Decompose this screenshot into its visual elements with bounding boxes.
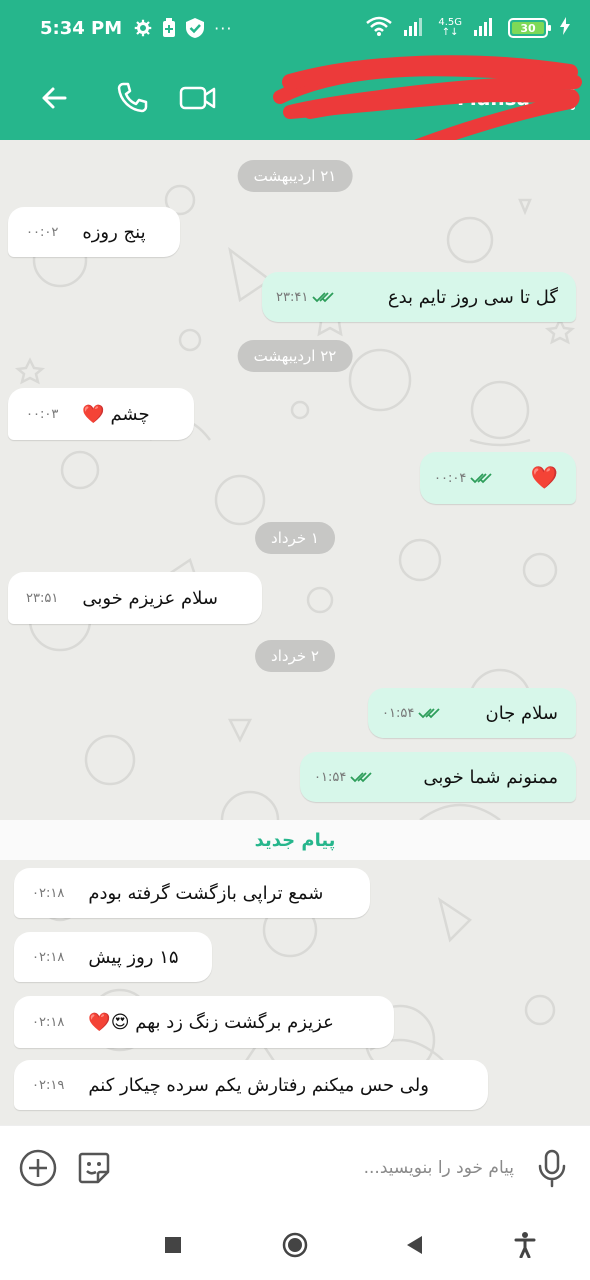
wifi-icon <box>366 16 393 41</box>
system-navigation-bar <box>0 1210 590 1280</box>
message-text: ۱۵ روز پیش <box>88 946 179 968</box>
signal-bars-2-icon <box>474 16 496 41</box>
date-separator: ۲ خرداد <box>255 640 335 672</box>
date-separator: ۱ خرداد <box>255 522 335 554</box>
message-time: ۲۳:۵۱ <box>26 590 59 606</box>
message-text: پنج روزه <box>82 221 146 243</box>
video-call-button[interactable] <box>168 68 228 128</box>
phone-icon <box>117 82 148 113</box>
message-time: ۰۱:۵۴ <box>314 769 347 785</box>
double-check-icon <box>312 292 334 303</box>
back-nav-button[interactable] <box>400 1230 430 1260</box>
message-meta: ۰۱:۵۴ <box>382 706 440 721</box>
message-text: ممنونم شما خوبی <box>423 766 558 788</box>
network-type: 4.5G ↑↓ <box>438 17 462 38</box>
plus-circle-icon <box>19 1149 57 1187</box>
date-separator: ۲۱ اردیبهشت <box>237 160 353 192</box>
network-type-label: 4.5G <box>438 17 462 28</box>
status-time: 5:34 PM <box>40 17 123 39</box>
accessibility-icon <box>514 1232 536 1258</box>
back-button[interactable] <box>24 68 84 128</box>
signal-bars-icon <box>404 16 426 41</box>
video-camera-icon <box>179 86 216 110</box>
message-time: ۰۰:۰۳ <box>26 406 59 422</box>
double-check-icon <box>470 473 492 484</box>
double-check-icon <box>350 772 372 783</box>
double-check-icon <box>418 708 440 719</box>
message-outgoing[interactable]: ۰۱:۵۴ سلام جان <box>368 688 576 738</box>
message-incoming[interactable]: ۰۲:۱۸ شمع تراپی بازگشت گرفته بودم <box>14 868 370 918</box>
recents-button[interactable] <box>158 1230 188 1260</box>
circle-home-icon <box>282 1232 308 1258</box>
message-time: ۰۲:۱۹ <box>32 1077 65 1093</box>
message-time: ۲۳:۴۱ <box>276 289 309 305</box>
status-bar: 5:34 PM ··· 4.5G ↑↓ 30 <box>0 0 590 56</box>
more-notifications: ··· <box>214 18 233 38</box>
message-incoming[interactable]: ۰۰:۰۳ چشم ❤️ <box>8 388 194 440</box>
message-text: سلام جان <box>485 702 558 724</box>
sticker-button[interactable] <box>70 1144 118 1192</box>
message-meta: ۲۳:۴۱ <box>276 290 334 305</box>
message-text: شمع تراپی بازگشت گرفته بودم <box>88 882 324 904</box>
sticker-icon <box>78 1152 110 1184</box>
shield-check-icon <box>186 18 205 38</box>
contact-info[interactable]: Mahsa <box>280 74 530 122</box>
message-composer <box>0 1125 590 1210</box>
message-text: ❤️ <box>530 465 558 491</box>
message-outgoing[interactable]: ۰۰:۰۴ ❤️ <box>420 452 576 504</box>
charging-bolt-icon <box>560 16 570 40</box>
contact-name: Mahsa <box>456 86 530 110</box>
message-time: ۰۰:۰۴ <box>434 470 467 486</box>
message-meta: ۰۱:۵۴ <box>314 770 372 785</box>
message-incoming[interactable]: ۲۳:۵۱ سلام عزیزم خوبی <box>8 572 262 624</box>
message-time: ۰۲:۱۸ <box>32 949 65 965</box>
message-outgoing[interactable]: ۲۳:۴۱ گل تا سی روز تایم بدع <box>262 272 576 322</box>
message-outgoing[interactable]: ۰۱:۵۴ ممنونم شما خوبی <box>300 752 576 802</box>
message-time: ۰۰:۰۲ <box>26 224 59 240</box>
message-meta: ۰۰:۰۴ <box>434 471 492 486</box>
chat-header: 5:34 PM ··· 4.5G ↑↓ 30 Mahsa <box>0 0 590 164</box>
date-separator: ۲۲ اردیبهشت <box>237 340 353 372</box>
accessibility-button[interactable] <box>510 1230 540 1260</box>
more-menu-button[interactable] <box>562 72 582 122</box>
message-list[interactable]: ۲۱ اردیبهشت ۰۰:۰۲ پنج روزه ۲۳:۴۱ گل تا س… <box>0 140 590 1125</box>
battery-level: 30 <box>512 22 544 35</box>
message-incoming[interactable]: ۰۲:۱۸ ۱۵ روز پیش <box>14 932 212 982</box>
battery-saver-icon <box>162 18 176 38</box>
square-icon <box>165 1237 181 1253</box>
message-time: ۰۱:۵۴ <box>382 705 415 721</box>
arrow-left-icon <box>42 87 67 109</box>
message-input[interactable] <box>118 1144 528 1192</box>
message-incoming[interactable]: ۰۲:۱۸ عزیزم برگشت زنگ زد بهم 😍❤️ <box>14 996 394 1048</box>
attach-button[interactable] <box>14 1144 62 1192</box>
battery-indicator: 30 <box>508 18 551 38</box>
message-time: ۰۲:۱۸ <box>32 1014 65 1030</box>
message-time: ۰۲:۱۸ <box>32 885 65 901</box>
message-text: چشم ❤️ <box>82 403 150 425</box>
message-incoming[interactable]: ۰۲:۱۹ ولی حس میکنم رفتارش یکم سرده چیکار… <box>14 1060 488 1110</box>
message-text: ولی حس میکنم رفتارش یکم سرده چیکار کنم <box>88 1074 429 1096</box>
message-text: سلام عزیزم خوبی <box>82 587 218 609</box>
voice-call-button[interactable] <box>102 68 162 128</box>
message-text: گل تا سی روز تایم بدع <box>387 286 558 308</box>
microphone-icon <box>538 1149 566 1188</box>
new-messages-divider: پیام جدید <box>0 820 590 860</box>
settings-gear-icon <box>134 19 152 37</box>
chat-toolbar: Mahsa <box>0 56 590 140</box>
triangle-back-icon <box>407 1236 422 1254</box>
message-text: عزیزم برگشت زنگ زد بهم 😍❤️ <box>88 1011 334 1033</box>
voice-record-button[interactable] <box>528 1144 576 1192</box>
home-button[interactable] <box>280 1230 310 1260</box>
more-vertical-icon <box>569 84 575 90</box>
message-incoming[interactable]: ۰۰:۰۲ پنج روزه <box>8 207 180 257</box>
